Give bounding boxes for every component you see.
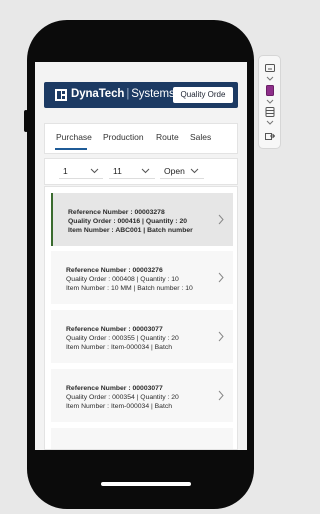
tab-sales[interactable]: Sales [190, 132, 211, 142]
filter-dropdown-value: 1 [63, 166, 68, 176]
chevron-right-icon[interactable] [218, 272, 224, 283]
reference-number: Reference Number : 00003276 [66, 267, 163, 274]
filter-bar: 1 11 Open [44, 158, 238, 185]
tab-production[interactable]: Production [103, 132, 144, 142]
chevron-down-icon[interactable] [266, 120, 274, 125]
item-batch-number: Item Number : ABC001 | Batch number [68, 227, 193, 234]
chevron-down-icon[interactable] [266, 76, 274, 81]
list-item-text: Reference Number : 00003077 Quality Orde… [66, 325, 179, 352]
brand-primary: DynaTech [71, 88, 125, 100]
quality-order-quantity: Quality Order : 000355 | Quantity : 20 [66, 335, 179, 342]
emulator-side-panel [258, 55, 281, 149]
list-item-text: Reference Number : 00003077 Quality Orde… [66, 384, 179, 411]
chevron-down-icon[interactable] [266, 99, 274, 104]
export-icon[interactable] [265, 131, 275, 141]
color-swatch-icon[interactable] [265, 85, 275, 96]
quality-order-quantity: Quality Order : 000354 | Quantity : 20 [66, 394, 179, 401]
display-icon[interactable] [265, 64, 275, 73]
reference-number: Reference Number : 00003077 [66, 385, 163, 392]
filter-dropdown-value: 11 [113, 166, 122, 176]
quality-order-button[interactable]: Quality Orde [173, 87, 233, 103]
list-item-text: Reference Number : 00003278 Quality Orde… [68, 208, 193, 235]
item-batch-number: Item Number : 10 MM | Batch number : 10 [66, 285, 193, 292]
tab-route[interactable]: Route [156, 132, 179, 142]
list-item[interactable]: Reference Number : 00003278 Quality Orde… [51, 193, 233, 246]
dynatech-logo-icon [55, 89, 67, 101]
chevron-right-icon[interactable] [218, 214, 224, 225]
brand-name: DynaTech | Systems [71, 88, 175, 100]
active-tab-indicator [55, 148, 87, 150]
list-item-text: Reference Number : 00003276 Quality Orde… [66, 266, 193, 293]
item-batch-number: Item Number : Item-000034 | Batch [66, 403, 173, 410]
chevron-down-icon [190, 168, 199, 174]
reference-number: Reference Number : 00003077 [66, 326, 163, 333]
filter-dropdown-2[interactable]: 11 [109, 165, 155, 179]
quality-order-quantity: Quality Order : 000416 | Quantity : 20 [68, 218, 188, 225]
quality-order-quantity: Quality Order : 000408 | Quantity : 10 [66, 276, 179, 283]
home-indicator[interactable] [101, 482, 191, 486]
chevron-right-icon[interactable] [218, 331, 224, 342]
device-stack-icon[interactable] [265, 107, 275, 117]
brand-separator: | [126, 88, 130, 100]
filter-dropdown-1[interactable]: 1 [59, 165, 103, 179]
chevron-down-icon [141, 168, 150, 174]
tab-purchase[interactable]: Purchase [56, 132, 92, 142]
list-item[interactable]: Reference Number : 00003077 Quality Orde… [51, 310, 233, 363]
brand-secondary: Systems [131, 88, 175, 100]
app-screen: DynaTech | Systems Quality Orde Purchase P… [35, 62, 247, 450]
chevron-right-icon[interactable] [218, 390, 224, 401]
quality-order-list: Reference Number : 00003278 Quality Orde… [44, 186, 238, 450]
chevron-down-icon [90, 168, 99, 174]
list-item-partial[interactable] [51, 428, 233, 449]
filter-dropdown-value: Open [164, 166, 185, 176]
tab-bar: Purchase Production Route Sales [44, 123, 238, 154]
reference-number: Reference Number : 00003278 [68, 209, 165, 216]
item-batch-number: Item Number : Item-000034 | Batch [66, 344, 173, 351]
list-item[interactable]: Reference Number : 00003276 Quality Orde… [51, 251, 233, 304]
phone-side-button [24, 110, 28, 132]
app-header: DynaTech | Systems Quality Orde [44, 82, 238, 108]
list-item[interactable]: Reference Number : 00003077 Quality Orde… [51, 369, 233, 422]
filter-dropdown-status[interactable]: Open [160, 165, 204, 179]
